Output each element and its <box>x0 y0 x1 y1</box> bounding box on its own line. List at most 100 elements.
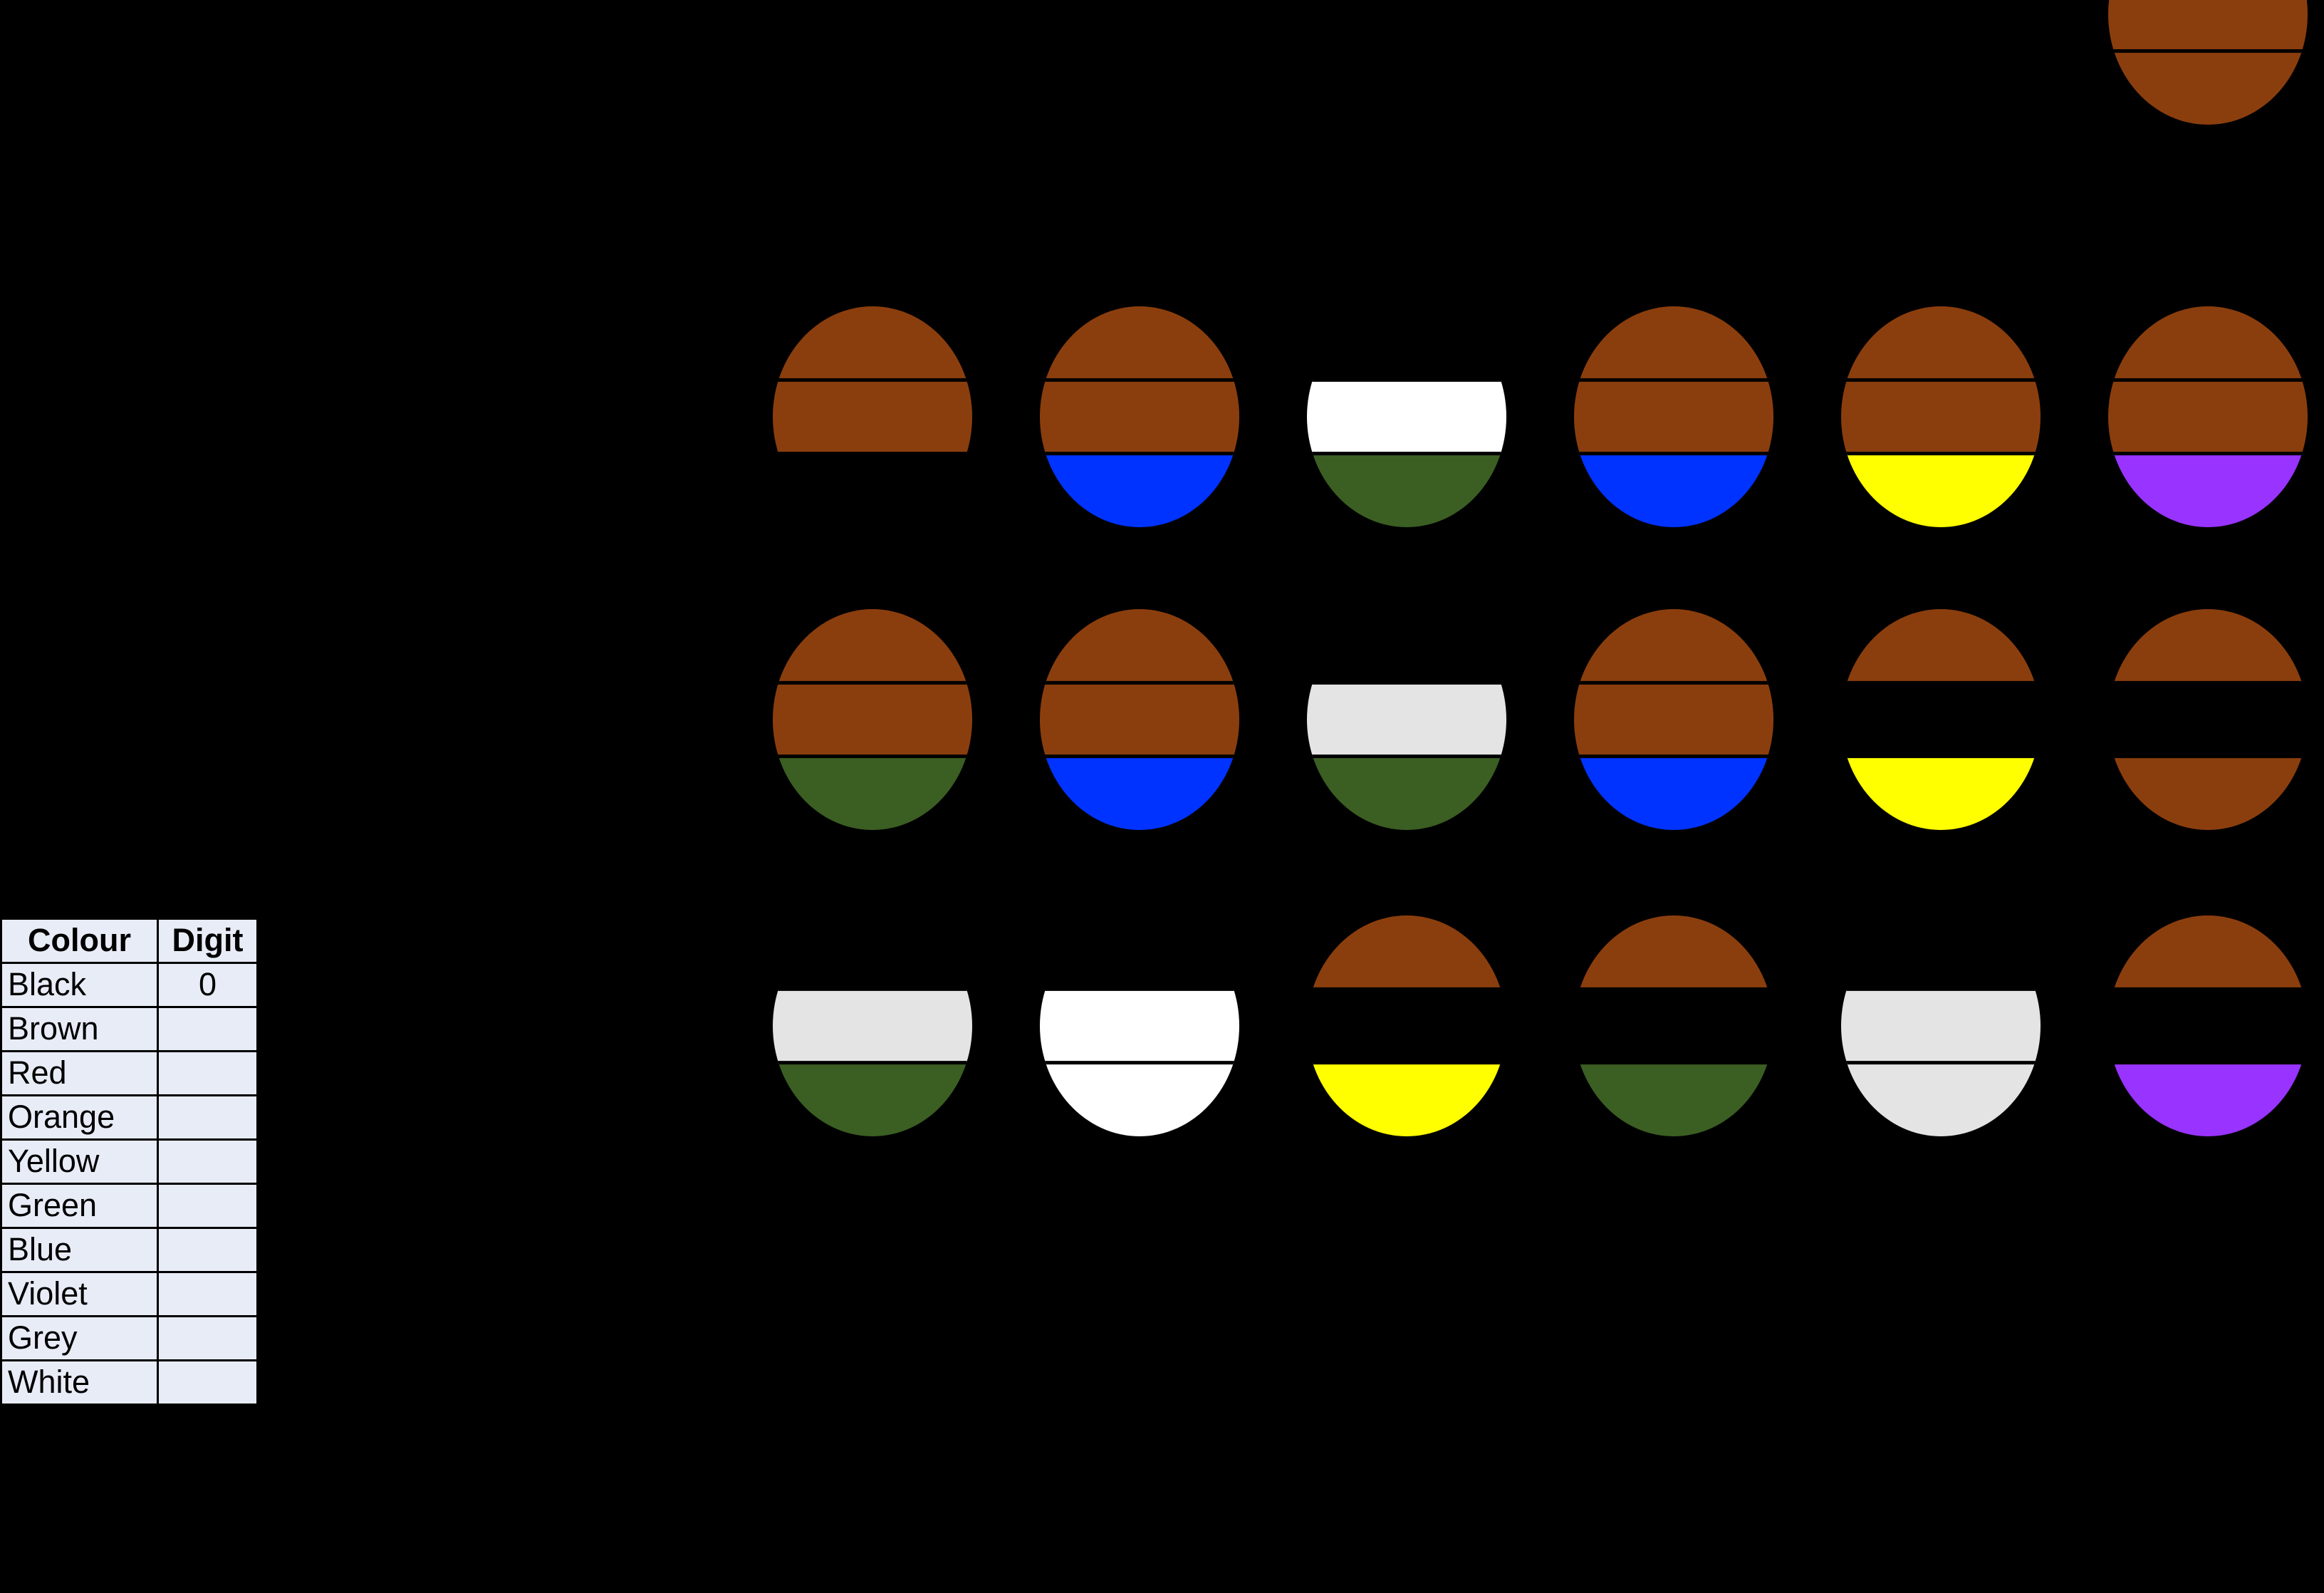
table-row: White <box>0 1359 259 1406</box>
band-segment-brown <box>1841 609 2041 683</box>
table-row: Red <box>0 1050 259 1096</box>
table-row: Green <box>0 1183 259 1229</box>
band-segment-brown <box>1040 609 1239 683</box>
band-segment-brown <box>1574 609 1773 683</box>
banded-ellipse[interactable] <box>1040 609 1239 830</box>
digit-value-cell[interactable] <box>157 1183 259 1229</box>
band-segment-black <box>1574 989 1773 1064</box>
digit-value-cell[interactable] <box>157 1006 259 1052</box>
band-segment-green <box>1307 453 1506 527</box>
band-segment-brown <box>2108 51 2308 125</box>
band-segment-black <box>2108 683 2308 757</box>
band-segment-yellow <box>1307 1062 1506 1136</box>
band-segment-brown <box>1040 683 1239 757</box>
digit-value-cell[interactable] <box>157 1094 259 1141</box>
band-segment-brown <box>773 683 972 757</box>
band-segment-white <box>1040 1062 1239 1136</box>
digit-value-cell[interactable] <box>157 1359 259 1406</box>
band-segment-green <box>1574 1062 1773 1136</box>
band-segment-brown <box>2108 0 2308 52</box>
banded-ellipse[interactable] <box>1574 306 1773 527</box>
banded-ellipse[interactable] <box>1841 915 2041 1136</box>
band-segment-grey <box>1841 1062 2041 1136</box>
band-segment-yellow <box>1841 453 2041 527</box>
colour-name-cell: Green <box>0 1183 159 1229</box>
band-segment-brown <box>1040 380 1239 455</box>
banded-ellipse[interactable] <box>1040 306 1239 527</box>
table-row: Brown <box>0 1006 259 1052</box>
band-segment-black <box>1841 0 2041 52</box>
band-segment-black <box>773 915 972 990</box>
band-segment-grey <box>1841 989 2041 1064</box>
band-segment-brown <box>1841 380 2041 455</box>
banded-ellipse[interactable] <box>773 306 972 527</box>
band-segment-white <box>1040 989 1239 1064</box>
colour-name-cell: Violet <box>0 1271 159 1317</box>
band-segment-blue <box>1040 756 1239 830</box>
banded-ellipse[interactable] <box>2108 0 2308 125</box>
banded-ellipse[interactable] <box>2108 609 2308 830</box>
banded-ellipse[interactable] <box>1574 915 1773 1136</box>
digit-value-cell[interactable] <box>157 1315 259 1361</box>
banded-ellipse[interactable] <box>1574 609 1773 830</box>
canvas: Colour Digit Black 0 Brown Red Orange Yellow G… <box>0 0 2324 1593</box>
band-segment-brown <box>1841 306 2041 380</box>
colour-name-cell: Yellow <box>0 1138 159 1185</box>
banded-ellipse[interactable] <box>1307 609 1506 830</box>
band-segment-blue <box>1574 453 1773 527</box>
banded-ellipse[interactable] <box>773 915 972 1136</box>
band-segment-black <box>773 453 972 527</box>
band-segment-violet <box>2108 453 2308 527</box>
banded-ellipse[interactable] <box>2108 306 2308 527</box>
band-segment-brown <box>1307 915 1506 990</box>
band-segment-black <box>1841 51 2041 125</box>
band-segment-blue <box>1040 453 1239 527</box>
table-header-row: Colour Digit <box>0 918 259 964</box>
band-segment-brown <box>1574 683 1773 757</box>
digit-value-cell[interactable]: 0 <box>157 962 259 1008</box>
band-segment-brown <box>2108 306 2308 380</box>
band-segment-grey <box>1307 683 1506 757</box>
band-segment-black <box>2108 989 2308 1064</box>
band-segment-black <box>1841 915 2041 990</box>
band-segment-black <box>1040 915 1239 990</box>
band-segment-green <box>1307 756 1506 830</box>
header-colour: Colour <box>0 918 159 964</box>
banded-ellipse[interactable] <box>1307 306 1506 527</box>
band-segment-green <box>773 1062 972 1136</box>
table-row: Blue <box>0 1227 259 1273</box>
colour-key-body: Black 0 Brown Red Orange Yellow Green Blue Viole… <box>0 962 259 1406</box>
digit-value-cell[interactable] <box>157 1271 259 1317</box>
banded-ellipse[interactable] <box>1040 915 1239 1136</box>
colour-name-cell: Grey <box>0 1315 159 1361</box>
colour-name-cell: Blue <box>0 1227 159 1273</box>
band-segment-blue <box>1574 756 1773 830</box>
band-segment-brown <box>1574 915 1773 990</box>
band-segment-black <box>1841 683 2041 757</box>
banded-ellipse[interactable] <box>1841 0 2041 125</box>
digit-value-cell[interactable] <box>157 1138 259 1185</box>
table-row: Yellow <box>0 1138 259 1185</box>
band-segment-brown <box>2108 756 2308 830</box>
band-segment-black <box>1307 609 1506 683</box>
banded-ellipse[interactable] <box>1841 306 2041 527</box>
colour-name-cell: White <box>0 1359 159 1406</box>
band-segment-brown <box>2108 380 2308 455</box>
table-row: Violet <box>0 1271 259 1317</box>
table-row: Grey <box>0 1315 259 1361</box>
band-segment-brown <box>773 306 972 380</box>
banded-ellipse[interactable] <box>1307 915 1506 1136</box>
band-segment-brown <box>773 609 972 683</box>
band-segment-yellow <box>1841 756 2041 830</box>
colour-key-table: Colour Digit Black 0 Brown Red Orange Yellow G… <box>0 918 259 1406</box>
band-segment-brown <box>1574 380 1773 455</box>
digit-value-cell[interactable] <box>157 1227 259 1273</box>
banded-ellipse[interactable] <box>1841 609 2041 830</box>
digit-value-cell[interactable] <box>157 1050 259 1096</box>
colour-name-cell: Black <box>0 962 159 1008</box>
banded-ellipse[interactable] <box>773 609 972 830</box>
band-segment-white <box>1307 380 1506 455</box>
band-segment-grey <box>773 989 972 1064</box>
colour-name-cell: Brown <box>0 1006 159 1052</box>
banded-ellipse[interactable] <box>2108 915 2308 1136</box>
